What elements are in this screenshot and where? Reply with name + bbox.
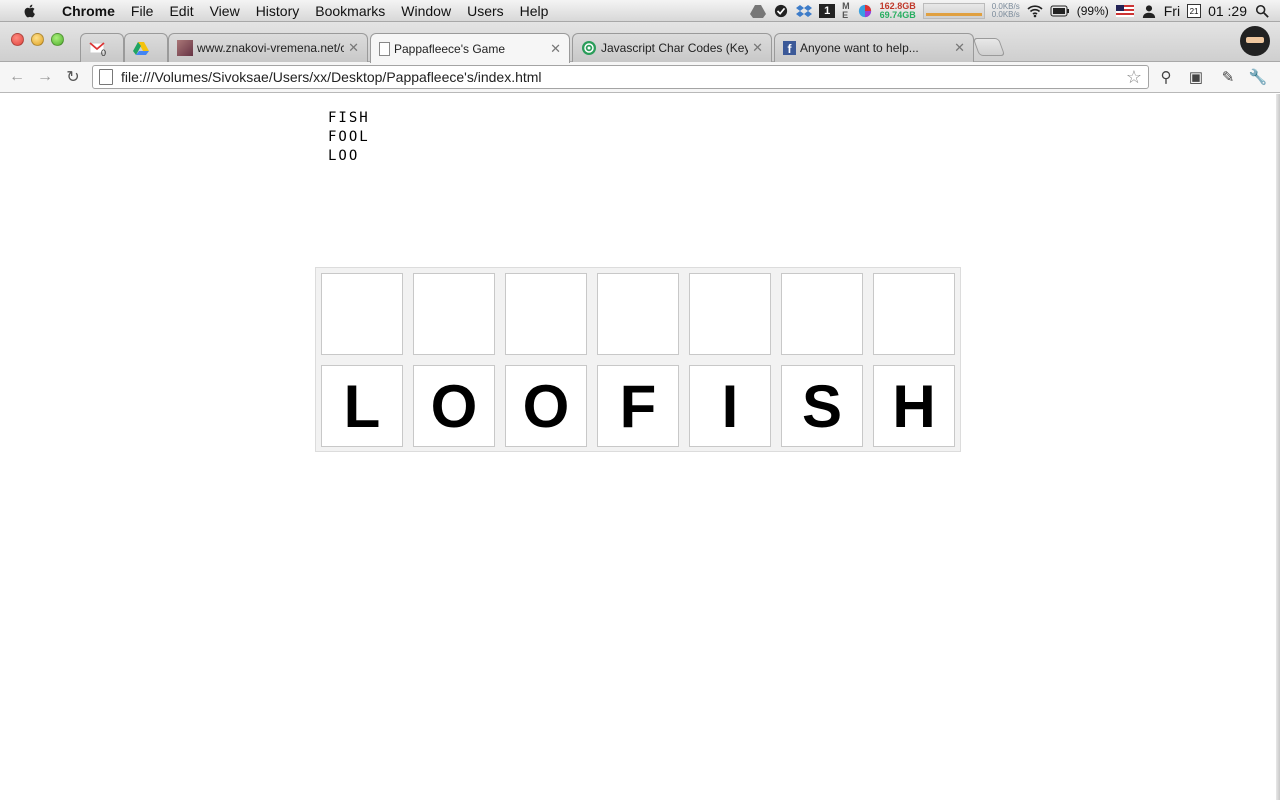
answer-slot[interactable] — [505, 273, 587, 355]
letter-tile-row: L O O F I S H — [321, 365, 955, 447]
facebook-icon: f — [783, 41, 796, 56]
page-content: FISH FOOL LOO L O O F I S H — [0, 94, 1276, 800]
day-label: Fri — [1163, 3, 1181, 19]
letter-tile[interactable]: F — [597, 365, 679, 447]
spiral-site-icon — [582, 41, 596, 55]
page-icon — [99, 69, 113, 85]
found-word: LOO — [328, 148, 360, 164]
google-drive-status-icon[interactable] — [750, 4, 767, 18]
tab-title: Javascript Char Codes (Key C — [601, 41, 749, 55]
url-text[interactable]: file:///Volumes/Sivoksae/Users/xx/Deskto… — [121, 69, 542, 85]
menu-file[interactable]: File — [123, 0, 162, 22]
reload-icon[interactable]: ↻ — [62, 66, 84, 88]
answer-slot[interactable] — [597, 273, 679, 355]
tab-drive[interactable] — [124, 33, 168, 62]
answer-row — [321, 273, 955, 355]
tab-facebook[interactable]: f Anyone want to help... ✕ — [774, 33, 974, 62]
tab-strip: 0 www.znakovi-vremena.net/c ✕ Pappafleec… — [0, 22, 1280, 63]
checkmark-status-icon[interactable] — [773, 4, 789, 18]
battery-percent: (99%) — [1076, 4, 1109, 18]
network-readout: 0.0KB/s 0.0KB/s — [991, 2, 1020, 19]
tab-title: Anyone want to help... — [800, 41, 919, 55]
tab-js-char-codes[interactable]: Javascript Char Codes (Key C ✕ — [572, 33, 772, 62]
answer-slot[interactable] — [689, 273, 771, 355]
site-favicon-icon — [177, 40, 193, 56]
back-arrow-icon[interactable]: ← — [6, 66, 28, 88]
letter-tile[interactable]: O — [413, 365, 495, 447]
menu-history[interactable]: History — [248, 0, 308, 22]
extension-icon[interactable]: ⚲ — [1156, 67, 1176, 87]
page-icon — [379, 41, 390, 56]
close-tab-icon[interactable]: ✕ — [954, 40, 965, 56]
new-tab-button[interactable] — [972, 38, 1006, 56]
eyedropper-icon[interactable]: ✎ — [1218, 67, 1238, 87]
cpu-graph — [922, 3, 985, 19]
tab-znakovi[interactable]: www.znakovi-vremena.net/c ✕ — [168, 33, 368, 62]
game-board: L O O F I S H — [315, 267, 961, 452]
close-tab-icon[interactable]: ✕ — [348, 40, 359, 56]
minimize-window-button[interactable] — [31, 33, 44, 46]
menu-help[interactable]: Help — [512, 0, 557, 22]
tab-title: Pappafleece's Game — [394, 41, 506, 56]
menu-chrome[interactable]: Chrome — [54, 0, 123, 22]
window-right-edge — [1276, 94, 1280, 800]
forward-arrow-icon[interactable]: → — [34, 66, 56, 88]
dropbox-icon[interactable] — [796, 4, 813, 18]
tab-title: www.znakovi-vremena.net/c — [197, 41, 345, 55]
spotlight-search-icon[interactable] — [1254, 4, 1270, 18]
bookmark-star-icon[interactable]: ☆ — [1126, 67, 1142, 88]
answer-slot[interactable] — [873, 273, 955, 355]
window-controls — [11, 33, 64, 46]
tab-gmail[interactable]: 0 — [80, 33, 124, 62]
clock[interactable]: 01 :29 — [1208, 3, 1247, 19]
gmail-badge: 0 — [101, 48, 107, 58]
profile-avatar[interactable] — [1240, 26, 1270, 56]
address-bar[interactable]: file:///Volumes/Sivoksae/Users/xx/Deskto… — [92, 65, 1149, 89]
status-area: 1 ME 162.8GB 69.74GB 0.0KB/s 0.0KB/s (99… — [750, 0, 1280, 22]
apple-icon[interactable] — [20, 3, 40, 19]
memory-readout: 162.8GB 69.74GB — [879, 1, 916, 20]
tab-pappafleece-game[interactable]: Pappafleece's Game ✕ — [370, 33, 570, 63]
close-tab-icon[interactable]: ✕ — [752, 40, 763, 56]
zoom-window-button[interactable] — [51, 33, 64, 46]
letter-tile[interactable]: I — [689, 365, 771, 447]
mac-menu-bar: Chrome File Edit View History Bookmarks … — [0, 0, 1280, 22]
menu-users[interactable]: Users — [459, 0, 512, 22]
pie-chart-icon[interactable] — [857, 4, 873, 18]
wifi-icon[interactable] — [1027, 4, 1043, 18]
letter-tile[interactable]: L — [321, 365, 403, 447]
drive-icon — [133, 42, 149, 55]
answer-slot[interactable] — [321, 273, 403, 355]
answer-slot[interactable] — [413, 273, 495, 355]
us-flag-input-icon[interactable] — [1115, 5, 1134, 17]
letter-tile[interactable]: O — [505, 365, 587, 447]
menu-edit[interactable]: Edit — [161, 0, 201, 22]
onepassword-icon[interactable]: 1 — [819, 4, 836, 18]
menu-bookmarks[interactable]: Bookmarks — [307, 0, 393, 22]
menu-view[interactable]: View — [202, 0, 248, 22]
user-icon[interactable] — [1141, 4, 1157, 18]
browser-toolbar: ← → ↻ file:///Volumes/Sivoksae/Users/xx/… — [0, 62, 1280, 93]
calendar-icon[interactable]: 21 — [1187, 4, 1202, 18]
found-words-list: FISH FOOL LOO — [328, 109, 370, 166]
memory-gauge-letters: ME — [842, 1, 850, 20]
letter-tile[interactable]: H — [873, 365, 955, 447]
evernote-icon[interactable]: ▣ — [1186, 67, 1206, 87]
battery-icon[interactable] — [1050, 4, 1070, 18]
close-window-button[interactable] — [11, 33, 24, 46]
menu-window[interactable]: Window — [393, 0, 459, 22]
answer-slot[interactable] — [781, 273, 863, 355]
letter-tile[interactable]: S — [781, 365, 863, 447]
close-tab-icon[interactable]: ✕ — [550, 41, 561, 57]
wrench-icon[interactable]: 🔧 — [1248, 67, 1268, 87]
found-word: FISH — [328, 110, 370, 126]
found-word: FOOL — [328, 129, 370, 145]
